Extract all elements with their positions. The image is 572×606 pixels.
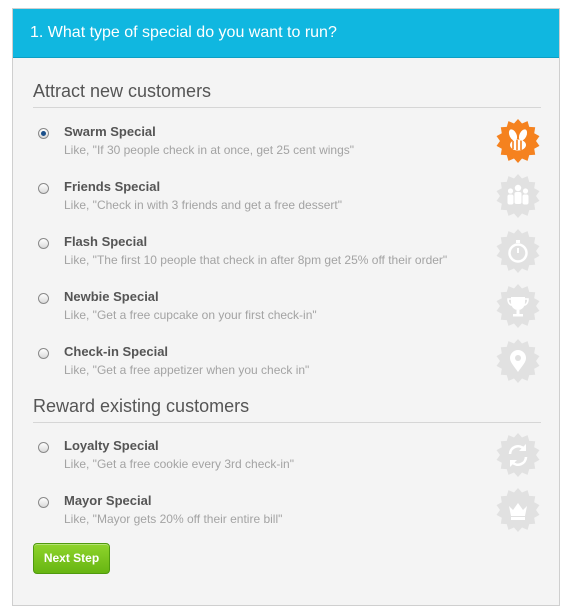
radio-loyalty-special[interactable] (38, 442, 49, 453)
option-description: Like, "Mayor gets 20% off their entire b… (64, 512, 283, 526)
option-swarm-special[interactable]: Swarm Special Like, "If 30 people check … (33, 119, 543, 174)
option-title[interactable]: Loyalty Special (64, 438, 159, 454)
option-title[interactable]: Swarm Special (64, 124, 156, 140)
option-description: Like, "Check in with 3 friends and get a… (64, 198, 342, 212)
next-step-button[interactable]: Next Step (33, 543, 110, 574)
section-divider (33, 107, 541, 108)
radio-mayor-special[interactable] (38, 497, 49, 508)
option-description: Like, "If 30 people check in at once, ge… (64, 143, 355, 157)
option-title[interactable]: Mayor Special (64, 493, 151, 509)
radio-newbie-special[interactable] (38, 293, 49, 304)
option-title[interactable]: Flash Special (64, 234, 147, 250)
option-description: Like, "The first 10 people that check in… (64, 253, 448, 267)
stopwatch-icon (495, 228, 541, 274)
trophy-icon (495, 283, 541, 329)
option-friends-special[interactable]: Friends Special Like, "Check in with 3 f… (33, 174, 543, 229)
crown-icon (495, 487, 541, 533)
radio-check-in-special[interactable] (38, 348, 49, 359)
section-title-reward: Reward existing customers (33, 396, 250, 416)
people-icon (495, 173, 541, 219)
radio-swarm-special[interactable] (38, 128, 49, 139)
refresh-icon (495, 432, 541, 478)
radio-friends-special[interactable] (38, 183, 49, 194)
panel-header: 1. What type of special do you want to r… (13, 9, 559, 58)
section-divider (33, 422, 541, 423)
option-title[interactable]: Check-in Special (64, 344, 168, 360)
option-title[interactable]: Friends Special (64, 179, 160, 195)
option-flash-special[interactable]: Flash Special Like, "The first 10 people… (33, 229, 543, 284)
special-type-panel: 1. What type of special do you want to r… (12, 8, 560, 606)
panel-title: 1. What type of special do you want to r… (30, 24, 337, 41)
option-title[interactable]: Newbie Special (64, 289, 159, 305)
radio-flash-special[interactable] (38, 238, 49, 249)
option-loyalty-special[interactable]: Loyalty Special Like, "Get a free cookie… (33, 433, 543, 488)
option-mayor-special[interactable]: Mayor Special Like, "Mayor gets 20% off … (33, 488, 543, 543)
option-check-in-special[interactable]: Check-in Special Like, "Get a free appet… (33, 339, 543, 394)
bee-icon (495, 118, 541, 164)
map-pin-icon (495, 338, 541, 384)
option-newbie-special[interactable]: Newbie Special Like, "Get a free cupcake… (33, 284, 543, 339)
section-title-attract: Attract new customers (33, 81, 212, 101)
option-description: Like, "Get a free cupcake on your first … (64, 308, 317, 322)
option-description: Like, "Get a free appetizer when you che… (64, 363, 310, 377)
option-description: Like, "Get a free cookie every 3rd check… (64, 457, 294, 471)
